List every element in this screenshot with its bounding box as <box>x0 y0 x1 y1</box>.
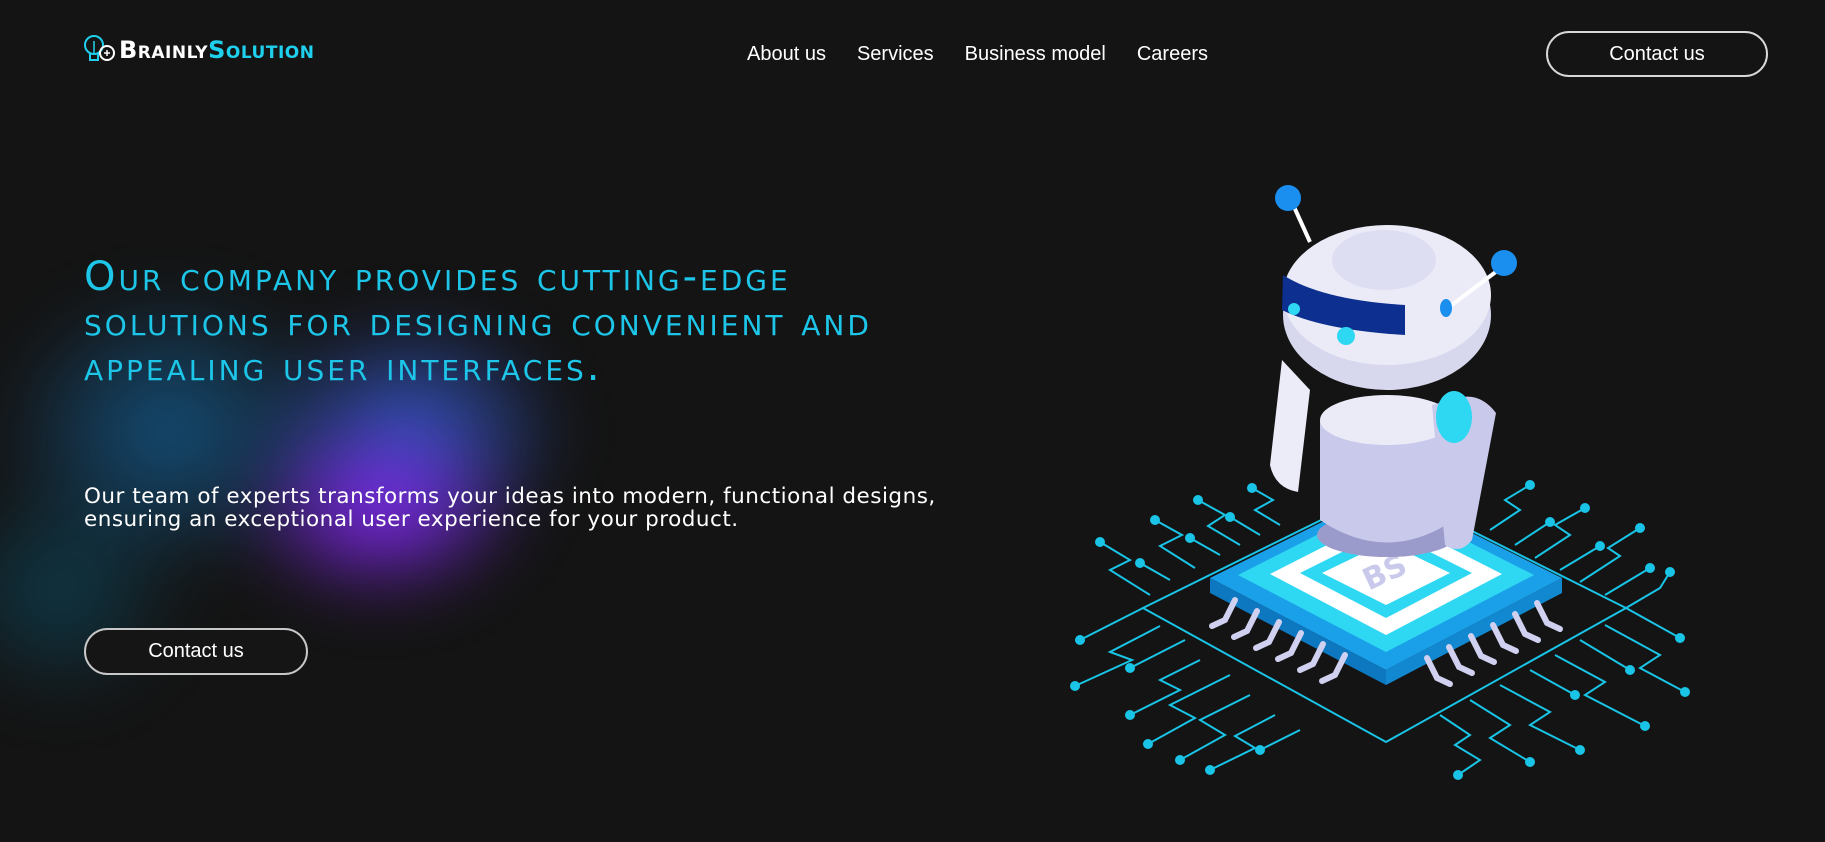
brand-name-second: Solution <box>208 36 315 64</box>
nav-link-business-model[interactable]: Business model <box>965 43 1106 66</box>
header-contact-button[interactable]: Contact us <box>1546 31 1768 77</box>
main-menu: About us Services Business model Careers <box>747 43 1208 66</box>
hero-contact-button[interactable]: Contact us <box>84 628 308 675</box>
robot-on-chip-illustration: BS <box>1070 185 1690 780</box>
brand-logo[interactable]: BrainlySolution <box>83 30 314 70</box>
robot-figure <box>1270 185 1517 557</box>
nav-link-about[interactable]: About us <box>747 43 826 66</box>
nav-link-services[interactable]: Services <box>857 43 934 66</box>
hero-subtext: Our team of experts transforms your idea… <box>84 484 936 532</box>
nav-link-careers[interactable]: Careers <box>1137 43 1208 66</box>
brand-name-first: Brainly <box>119 36 209 64</box>
lightbulb-brain-icon <box>84 35 115 61</box>
hero-headline: Our company provides cutting-edge soluti… <box>84 254 872 390</box>
top-navigation: BrainlySolution About us Services Busine… <box>0 0 1825 108</box>
